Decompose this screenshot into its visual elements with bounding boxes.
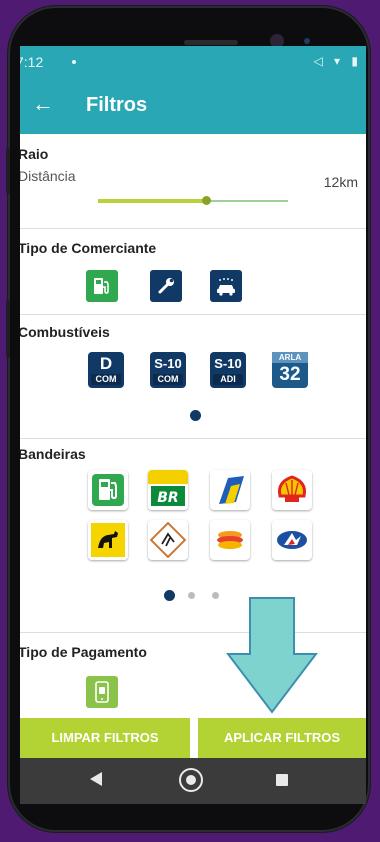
notification-dot: [72, 60, 76, 64]
agip-logo[interactable]: [88, 520, 128, 560]
bandeiras-title: Bandeiras: [20, 446, 86, 462]
distance-label: Distância: [20, 168, 76, 184]
fuel-code: D: [99, 354, 113, 373]
status-time: 7:12: [20, 54, 44, 70]
distance-value: 12km: [323, 174, 358, 190]
arla-number: 32: [279, 364, 301, 385]
down-arrow-icon: [226, 597, 318, 714]
pager-dot[interactable]: [188, 592, 195, 599]
ipiranga-logo[interactable]: [210, 470, 250, 510]
repsol-logo[interactable]: [210, 520, 250, 560]
wrench-icon[interactable]: [150, 270, 182, 302]
shell-logo[interactable]: [272, 470, 312, 510]
raio-title: Raio: [20, 146, 49, 162]
back-arrow-icon[interactable]: ←: [32, 92, 54, 116]
status-bar: 7:12 ◁ ▾ ▮: [20, 46, 366, 78]
apply-filters-button[interactable]: APLICAR FILTROS: [198, 718, 366, 758]
slider-thumb[interactable]: [202, 196, 212, 205]
nav-home-icon[interactable]: [179, 768, 203, 792]
sensor-dot: [304, 38, 310, 44]
mobile-payment-icon[interactable]: [86, 676, 118, 708]
raio-section: Raio Distância 12km: [20, 134, 366, 229]
android-nav-bar: [20, 758, 366, 804]
distance-slider[interactable]: [98, 196, 288, 205]
fuel-subcode: COM: [153, 374, 183, 385]
fuel-s10-aditivado[interactable]: S-10 ADI: [210, 352, 246, 388]
status-icons: ◁ ▾ ▮: [313, 54, 362, 68]
gas-station-icon[interactable]: [86, 270, 118, 302]
pager-dot-active[interactable]: [164, 590, 175, 601]
ale-logo[interactable]: [272, 520, 312, 560]
app-toolbar: ← Filtros: [20, 78, 366, 134]
nav-recents-icon[interactable]: [276, 774, 288, 786]
slider-fill: [98, 199, 207, 203]
fuel-subcode: COM: [91, 374, 121, 385]
fuel-code: S-10: [154, 356, 182, 371]
pager-dot[interactable]: [212, 592, 219, 599]
br-logo-text: BR: [157, 490, 178, 506]
pager-dot-active[interactable]: [190, 410, 201, 421]
alesat-logo[interactable]: [148, 520, 188, 560]
fuel-subcode: ADI: [213, 374, 243, 385]
fuel-s10-comum[interactable]: S-10 COM: [150, 352, 186, 388]
br-petrobras-logo[interactable]: BR: [148, 470, 188, 510]
clear-filters-button[interactable]: LIMPAR FILTROS: [20, 718, 190, 758]
white-flag-logo[interactable]: [88, 470, 128, 510]
arla-label: ARLA: [272, 352, 308, 363]
volume-button: [6, 148, 10, 194]
nav-back-icon[interactable]: [90, 772, 102, 786]
combustiveis-title: Combustíveis: [20, 324, 110, 340]
fuel-code: S-10: [214, 356, 242, 371]
comerciante-title: Tipo de Comerciante: [20, 240, 157, 256]
car-wash-icon[interactable]: [210, 270, 242, 302]
page-title: Filtros: [86, 94, 148, 116]
power-button: [6, 300, 10, 358]
fuel-diesel-comum[interactable]: D COM: [88, 352, 124, 388]
pagamento-title: Tipo de Pagamento: [20, 644, 147, 660]
combustiveis-section: Combustíveis D COM S-10 COM S-10 ADI ARL…: [20, 314, 366, 439]
action-bar: LIMPAR FILTROS APLICAR FILTROS: [20, 718, 366, 762]
fuel-arla-32[interactable]: ARLA 32: [272, 352, 308, 388]
earpiece-speaker: [184, 40, 238, 45]
comerciante-section: Tipo de Comerciante: [20, 228, 366, 315]
